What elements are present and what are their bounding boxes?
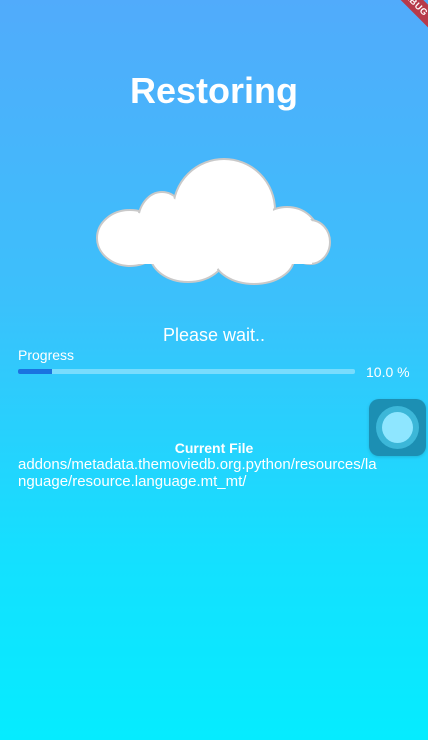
current-file-path: addons/metadata.themoviedb.org.python/re… bbox=[18, 456, 377, 490]
cloud-icon bbox=[92, 152, 336, 288]
progress-bar-fill bbox=[18, 369, 52, 374]
progress-value: 10.0 % bbox=[366, 364, 410, 380]
progress-bar bbox=[18, 369, 355, 374]
progress-label: Progress bbox=[18, 347, 75, 363]
page-title: Restoring bbox=[129, 70, 298, 111]
debug-banner: DEBUG bbox=[380, 0, 428, 36]
current-file-heading: Current File bbox=[174, 440, 254, 456]
status-text: Please wait.. bbox=[162, 325, 266, 345]
